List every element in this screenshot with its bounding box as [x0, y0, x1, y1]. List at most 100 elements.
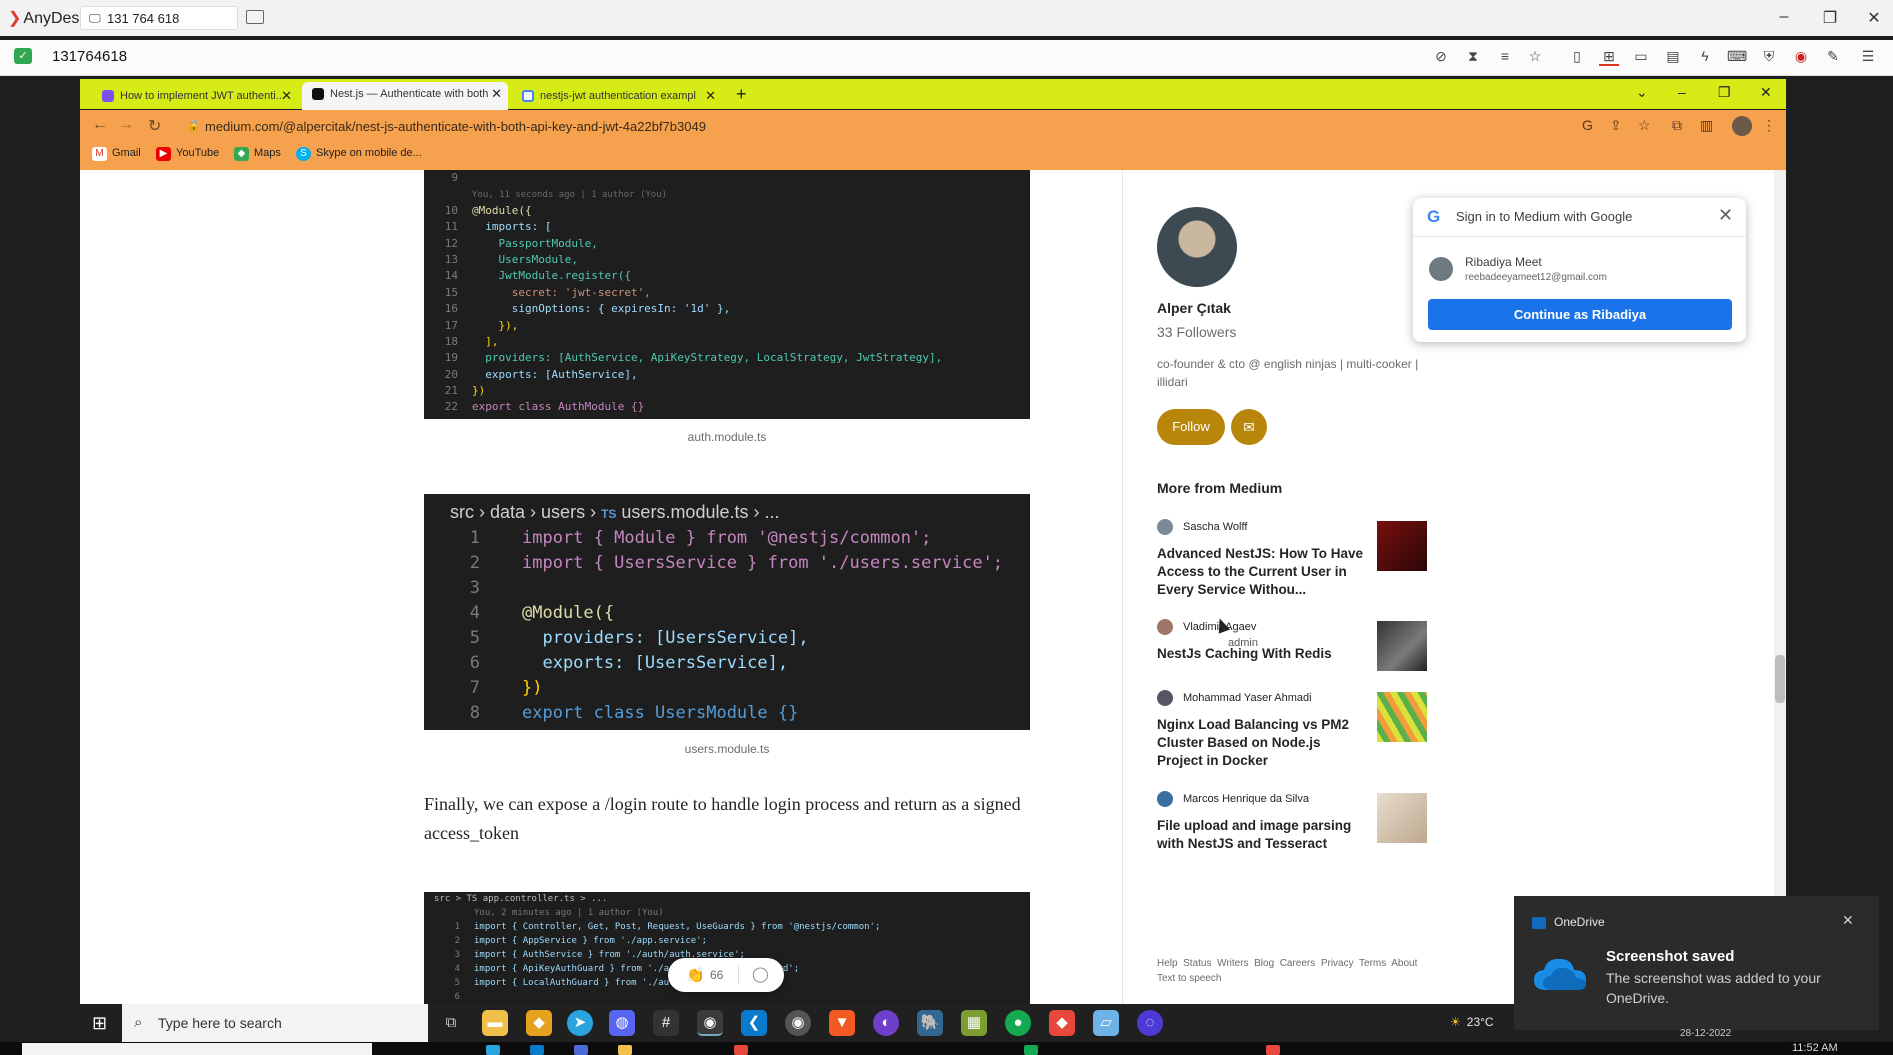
google-lens-icon[interactable]: G	[1582, 117, 1593, 133]
footer-link[interactable]: About	[1391, 958, 1417, 969]
close-icon[interactable]: ✕	[1760, 84, 1772, 101]
tab-close-icon[interactable]: ✕	[491, 86, 502, 102]
rec-thumbnail[interactable]	[1377, 521, 1427, 571]
taskbar-search[interactable]: ⌕ Type here to search	[122, 1004, 428, 1042]
rec-thumbnail[interactable]	[1377, 621, 1427, 671]
back-icon[interactable]: ←	[92, 116, 108, 134]
telegram-icon[interactable]: ➤	[567, 1010, 593, 1036]
chrome-menu-icon[interactable]: ⋮	[1762, 117, 1776, 134]
minimize-icon[interactable]: –	[1772, 8, 1796, 26]
profile-avatar[interactable]	[1732, 116, 1752, 136]
bookmark-skype[interactable]: S Skype on mobile de...	[296, 147, 422, 161]
close-icon[interactable]: ✕	[1718, 205, 1733, 226]
recommendation-item[interactable]: Vladimir Agaev NestJs Caching With Redis	[1157, 619, 1447, 671]
discord-icon[interactable]: ◍	[609, 1010, 635, 1036]
bookmark-star-icon[interactable]: ☆	[1638, 117, 1651, 134]
weather-widget[interactable]: ☀ 23°C	[1450, 1015, 1494, 1029]
anydesk-address-field[interactable]: 🖵 131 764 618	[80, 6, 238, 30]
action-icon[interactable]: ϟ	[1695, 48, 1715, 66]
menu-icon[interactable]: ☰	[1858, 48, 1878, 66]
account-email[interactable]: reebadeeyameet12@gmail.com	[1465, 272, 1607, 283]
footer-link[interactable]: Text to speech	[1157, 973, 1221, 984]
rec-thumbnail[interactable]	[1377, 692, 1427, 742]
footer-link[interactable]: Status	[1183, 958, 1211, 969]
rec-thumbnail[interactable]	[1377, 793, 1427, 843]
chat-icon[interactable]: ▤	[1663, 48, 1683, 66]
restore-icon[interactable]: ❐	[1818, 8, 1842, 28]
footer-link[interactable]: Privacy	[1321, 958, 1354, 969]
privacy-icon[interactable]: ⊘	[1431, 48, 1451, 66]
favorite-icon[interactable]: ☆	[1525, 48, 1545, 66]
notepad-icon[interactable]: ▱	[1093, 1010, 1119, 1036]
restore-icon[interactable]: ❐	[1718, 84, 1731, 101]
author-avatar[interactable]	[1157, 207, 1237, 287]
footer-link[interactable]: Help	[1157, 958, 1178, 969]
app-icon[interactable]	[530, 1045, 544, 1055]
author-name[interactable]: Alper Çıtak	[1157, 300, 1231, 316]
record-icon[interactable]: ◉	[1791, 48, 1811, 66]
rec-title[interactable]: File upload and image parsing with NestJ…	[1157, 817, 1367, 853]
browser-tab-active[interactable]: Nest.js — Authenticate with both ✕	[302, 82, 508, 110]
close-icon[interactable]: ✕	[1862, 8, 1886, 28]
minecraft-icon[interactable]: ▦	[961, 1010, 987, 1036]
comment-icon[interactable]: ◯	[752, 965, 769, 983]
monitor-icon[interactable]: ▭	[1631, 48, 1651, 66]
storage-icon[interactable]: ≡	[1495, 48, 1515, 66]
spotify-icon[interactable]	[1024, 1045, 1038, 1055]
followers-count[interactable]: 33 Followers	[1157, 324, 1236, 340]
anydesk-new-session-icon[interactable]	[246, 10, 264, 24]
share-icon[interactable]: ⇪	[1610, 117, 1622, 134]
local-taskbar-search[interactable]	[22, 1043, 372, 1055]
address-bar[interactable]: 🔒 medium.com/@alpercitak/nest-js-authenti…	[185, 114, 1585, 139]
recommendation-item[interactable]: Sascha Wolff Advanced NestJS: How To Hav…	[1157, 519, 1447, 599]
bookmark-maps[interactable]: ◆ Maps	[234, 147, 281, 161]
tab-close-icon[interactable]: ✕	[705, 88, 716, 104]
bookmark-youtube[interactable]: ▶ YouTube	[156, 147, 219, 161]
slack-icon[interactable]: #	[653, 1010, 679, 1036]
telegram-icon[interactable]	[486, 1045, 500, 1055]
footer-link[interactable]: Terms	[1359, 958, 1386, 969]
browser-tab[interactable]: nestjs-jwt authentication exampl ✕	[512, 84, 722, 110]
rec-title[interactable]: Nginx Load Balancing vs PM2 Cluster Base…	[1157, 716, 1367, 770]
account-name[interactable]: Ribadiya Meet	[1465, 255, 1542, 269]
file-explorer-icon[interactable]	[618, 1045, 632, 1055]
app-icon[interactable]	[574, 1045, 588, 1055]
anydesk-icon[interactable]: ◆	[1049, 1010, 1075, 1036]
reload-icon[interactable]: ↻	[148, 116, 161, 136]
follow-button[interactable]: Follow	[1157, 409, 1225, 445]
anydesk-icon[interactable]	[1266, 1045, 1280, 1055]
footer-link[interactable]: Blog	[1254, 958, 1274, 969]
chrome-profile-icon[interactable]: ◉	[785, 1010, 811, 1036]
file-explorer-icon[interactable]: ▬	[482, 1010, 508, 1036]
continue-button[interactable]: Continue as Ribadiya	[1428, 299, 1732, 330]
app-icon[interactable]	[734, 1045, 748, 1055]
subscribe-email-icon[interactable]: ✉	[1231, 409, 1267, 445]
close-icon[interactable]: ✕	[1842, 912, 1854, 929]
footer-link[interactable]: Careers	[1280, 958, 1316, 969]
clock[interactable]: 11:52 AM	[1792, 1042, 1838, 1054]
app-icon[interactable]: ◌	[1137, 1010, 1163, 1036]
recommendation-item[interactable]: Mohammad Yaser Ahmadi Nginx Load Balanci…	[1157, 690, 1447, 770]
sourcetree-icon[interactable]: ◆	[526, 1010, 552, 1036]
github-icon[interactable]: ◐	[873, 1010, 899, 1036]
brave-icon[interactable]: ▼	[829, 1010, 855, 1036]
vscode-icon[interactable]: ❮	[741, 1010, 767, 1036]
tab-close-icon[interactable]: ✕	[281, 88, 292, 104]
minimize-icon[interactable]: –	[1678, 84, 1686, 100]
rec-title[interactable]: Advanced NestJS: How To Have Access to t…	[1157, 545, 1367, 599]
bookmark-gmail[interactable]: M Gmail	[92, 147, 141, 161]
pen-icon[interactable]: ✎	[1823, 48, 1843, 66]
chrome-icon[interactable]: ◉	[697, 1010, 723, 1036]
tab-search-icon[interactable]: ⌄	[1636, 84, 1648, 101]
browser-tab[interactable]: How to implement JWT authenti... ✕	[92, 84, 298, 110]
file-icon[interactable]: ▯	[1567, 48, 1587, 66]
rec-title[interactable]: NestJs Caching With Redis	[1157, 645, 1367, 663]
mongodb-icon[interactable]: ●	[1005, 1010, 1031, 1036]
footer-link[interactable]: Writers	[1217, 958, 1248, 969]
side-panel-icon[interactable]: ▥	[1700, 117, 1713, 134]
page-scrollbar[interactable]	[1774, 170, 1786, 1004]
postgres-icon[interactable]: 🐘	[917, 1010, 943, 1036]
permissions-icon[interactable]: ⛨	[1759, 48, 1779, 66]
new-tab-icon[interactable]: +	[736, 84, 747, 105]
keyboard-icon[interactable]: ⌨	[1727, 48, 1747, 66]
